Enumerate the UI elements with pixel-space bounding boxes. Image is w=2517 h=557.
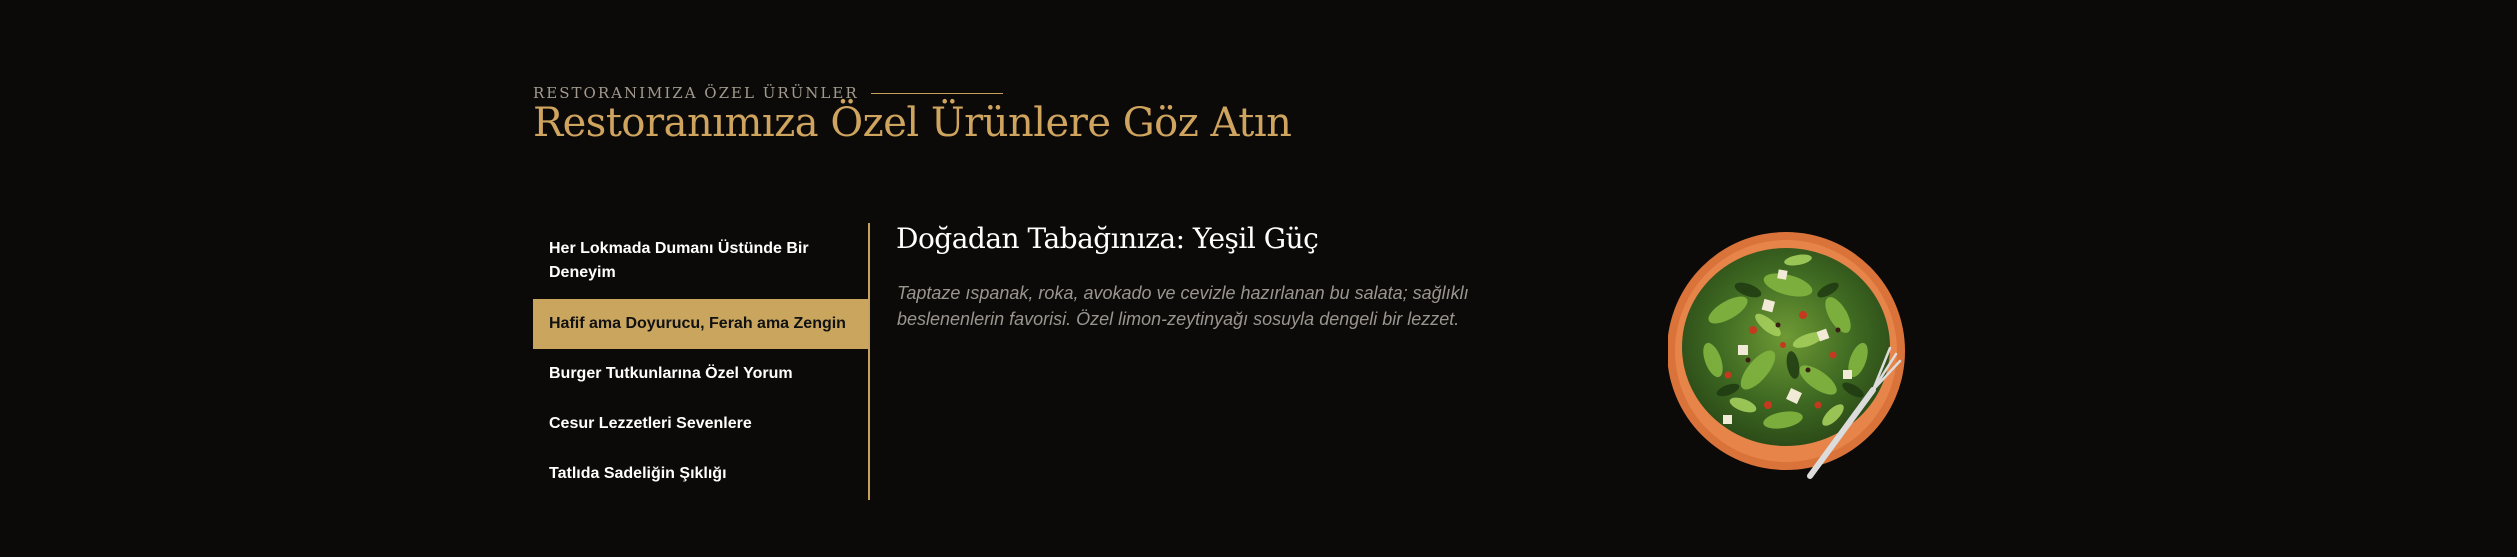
tab-label: Burger Tutkunlarına Özel Yorum [549, 365, 793, 382]
eyebrow-divider [870, 92, 1003, 94]
tab-burger[interactable]: Burger Tutkunlarına Özel Yorum [533, 349, 868, 399]
salad-bowl-image [1668, 232, 1905, 479]
tab-smoked-experience[interactable]: Her Lokmada Dumanı Üstünde Bir Deneyim [533, 233, 868, 289]
section-title: Restoranımıza Özel Ürünlere Göz Atın [533, 100, 1292, 146]
content-title: Doğadan Tabağınıza: Yeşil Güç [896, 222, 1319, 255]
tab-light-salad[interactable]: Hafif ama Doyurucu, Ferah ama Zengin [533, 299, 868, 349]
tab-bold-flavors[interactable]: Cesur Lezzetleri Sevenlere [533, 399, 868, 449]
content-description: Taptaze ıspanak, roka, avokado ve cevizl… [897, 283, 1469, 329]
product-tabs: Her Lokmada Dumanı Üstünde Bir Deneyim H… [533, 223, 870, 500]
tab-label: Her Lokmada Dumanı Üstünde Bir Deneyim [549, 240, 809, 281]
tab-label: Cesur Lezzetleri Sevenlere [549, 415, 752, 432]
tab-label: Hafif ama Doyurucu, Ferah ama Zengin [549, 315, 846, 332]
tab-dessert[interactable]: Tatlıda Sadeliğin Şıklığı [533, 449, 868, 499]
tab-label: Tatlıda Sadeliğin Şıklığı [549, 465, 727, 482]
